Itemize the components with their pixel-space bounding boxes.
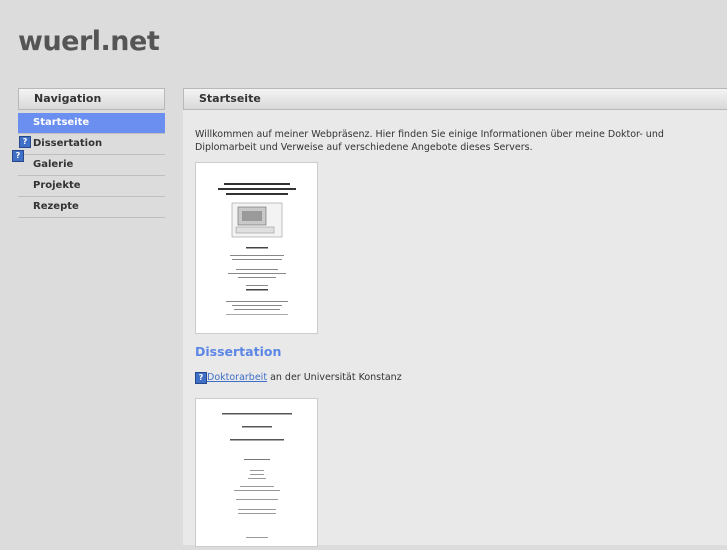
sidebar-item-dissertation[interactable]: Dissertation: [18, 134, 165, 155]
diplomarbeit-cover-image[interactable]: [195, 398, 318, 547]
dissertation-cover-image[interactable]: [195, 162, 318, 334]
doktorarbeit-line: ? Doktorarbeit an der Universität Konstan…: [195, 372, 402, 384]
site-title[interactable]: wuerl.net: [18, 26, 160, 57]
diplomarbeit-cover-graphic: [196, 399, 317, 546]
section-title-dissertation: Dissertation: [195, 344, 282, 359]
sidebar-item-galerie[interactable]: Galerie: [18, 155, 165, 176]
intro-text: Willkommen auf meiner Webpräsenz. Hier f…: [195, 129, 664, 153]
navigation-header: Navigation: [18, 88, 165, 110]
help-icon[interactable]: ?: [19, 136, 31, 148]
main-content: Startseite Willkommen auf meiner Webpräs…: [183, 88, 727, 547]
sidebar-item-projekte[interactable]: Projekte: [18, 176, 165, 197]
doktorarbeit-suffix: an der Universität Konstanz: [267, 372, 402, 383]
help-icon[interactable]: ?: [195, 372, 207, 384]
nav-list: Startseite Dissertation Galerie Projekte…: [18, 113, 165, 218]
help-icon[interactable]: ?: [12, 150, 24, 162]
doktorarbeit-link[interactable]: Doktorarbeit: [207, 372, 267, 383]
dissertation-cover-graphic: [196, 163, 317, 333]
sidebar: Navigation Startseite Dissertation Galer…: [18, 88, 165, 218]
page-title: Startseite: [183, 88, 727, 110]
sidebar-item-rezepte[interactable]: Rezepte: [18, 197, 165, 218]
sidebar-item-startseite[interactable]: Startseite: [18, 113, 165, 134]
